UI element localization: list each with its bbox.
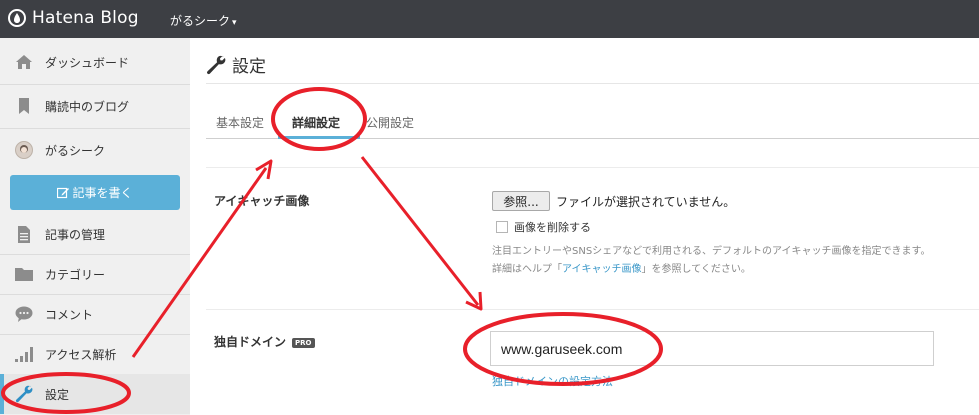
- file-status-text: ファイルが選択されていません。: [556, 195, 736, 209]
- delete-image-checkbox[interactable]: [496, 221, 508, 233]
- edit-icon: [57, 187, 70, 198]
- chevron-down-icon: ▾: [232, 18, 237, 28]
- blog-name: がるシーク: [170, 14, 231, 28]
- sidebar-item-access-analytics[interactable]: アクセス解析: [0, 334, 190, 374]
- custom-domain-label: 独自ドメイン PRO: [214, 333, 315, 350]
- sidebar-item-label: 記事の管理: [45, 227, 106, 242]
- divider: [206, 167, 979, 168]
- logo-text: Hatena Blog: [32, 8, 139, 28]
- eyecatch-help-text: 注目エントリーやSNSシェアなどで利用される、デフォルトのアイキャッチ画像を指定…: [492, 246, 931, 257]
- write-article-label: 記事を書く: [72, 186, 133, 200]
- document-icon: [15, 225, 33, 243]
- settings-tabs: 基本設定 詳細設定 公開設定: [206, 110, 979, 139]
- eyecatch-label: アイキャッチ画像: [214, 194, 310, 208]
- divider: [0, 128, 190, 129]
- bar-chart-icon: [15, 345, 33, 363]
- eyecatch-help-link[interactable]: アイキャッチ画像: [562, 264, 642, 275]
- sidebar: ダッシュボード 購読中のブログ がるシーク 記事を書く 記事の管理 カテゴリー …: [0, 38, 190, 415]
- page-title-text: 設定: [232, 57, 266, 77]
- sidebar-item-subscriptions[interactable]: 購読中のブログ: [0, 86, 190, 126]
- divider: [206, 83, 979, 84]
- main-content: 設定 基本設定 詳細設定 公開設定 アイキャッチ画像 参照... ファイルが選択…: [190, 38, 979, 415]
- home-icon: [15, 53, 33, 71]
- browse-file-button[interactable]: 参照...: [492, 191, 550, 211]
- active-tab-indicator: [278, 136, 360, 139]
- tab-advanced-settings[interactable]: 詳細設定: [292, 114, 340, 131]
- help-prefix: 詳細はヘルプ「: [492, 264, 562, 275]
- bookmark-icon: [15, 97, 33, 115]
- avatar: [15, 141, 33, 159]
- folder-icon: [15, 265, 33, 283]
- sidebar-item-label: 設定: [45, 387, 70, 402]
- sidebar-item-label: 購読中のブログ: [45, 99, 130, 114]
- custom-domain-help-link[interactable]: 独自ドメインの設定方法: [492, 373, 613, 389]
- comment-icon: [15, 305, 33, 323]
- pro-badge: PRO: [292, 337, 315, 348]
- tab-basic-settings[interactable]: 基本設定: [216, 114, 264, 131]
- sidebar-item-label: ダッシュボード: [45, 55, 130, 70]
- tab-publish-settings[interactable]: 公開設定: [366, 114, 414, 131]
- sidebar-item-settings[interactable]: 設定: [0, 374, 190, 414]
- blog-switcher-dropdown[interactable]: がるシーク ▾: [170, 12, 237, 29]
- sidebar-item-blog[interactable]: がるシーク: [0, 130, 190, 170]
- sidebar-item-label: アクセス解析: [45, 347, 117, 362]
- sidebar-item-dashboard[interactable]: ダッシュボード: [0, 42, 190, 82]
- divider: [206, 309, 979, 310]
- custom-domain-label-text: 独自ドメイン: [214, 335, 287, 349]
- sidebar-item-comments[interactable]: コメント: [0, 294, 190, 334]
- sidebar-item-label: コメント: [45, 307, 94, 322]
- logo-mark-icon: [8, 9, 26, 27]
- sidebar-item-label: がるシーク: [45, 143, 106, 158]
- eyecatch-help-text-2: 詳細はヘルプ「アイキャッチ画像」を参照してください。: [492, 260, 751, 275]
- sidebar-item-categories[interactable]: カテゴリー: [0, 254, 190, 294]
- help-suffix: 」を参照してください。: [641, 264, 751, 275]
- delete-image-label[interactable]: 画像を削除する: [514, 219, 591, 235]
- sidebar-item-manage-articles[interactable]: 記事の管理: [0, 214, 190, 254]
- wrench-icon: [206, 55, 226, 75]
- top-bar: Hatena Blog がるシーク ▾: [0, 0, 979, 38]
- sidebar-item-label: カテゴリー: [45, 267, 106, 282]
- custom-domain-input[interactable]: [490, 331, 934, 366]
- page-title: 設定: [206, 52, 266, 77]
- write-article-button[interactable]: 記事を書く: [10, 175, 180, 210]
- hatena-blog-logo[interactable]: Hatena Blog: [8, 8, 139, 28]
- wrench-icon: [15, 385, 33, 403]
- divider: [0, 84, 190, 85]
